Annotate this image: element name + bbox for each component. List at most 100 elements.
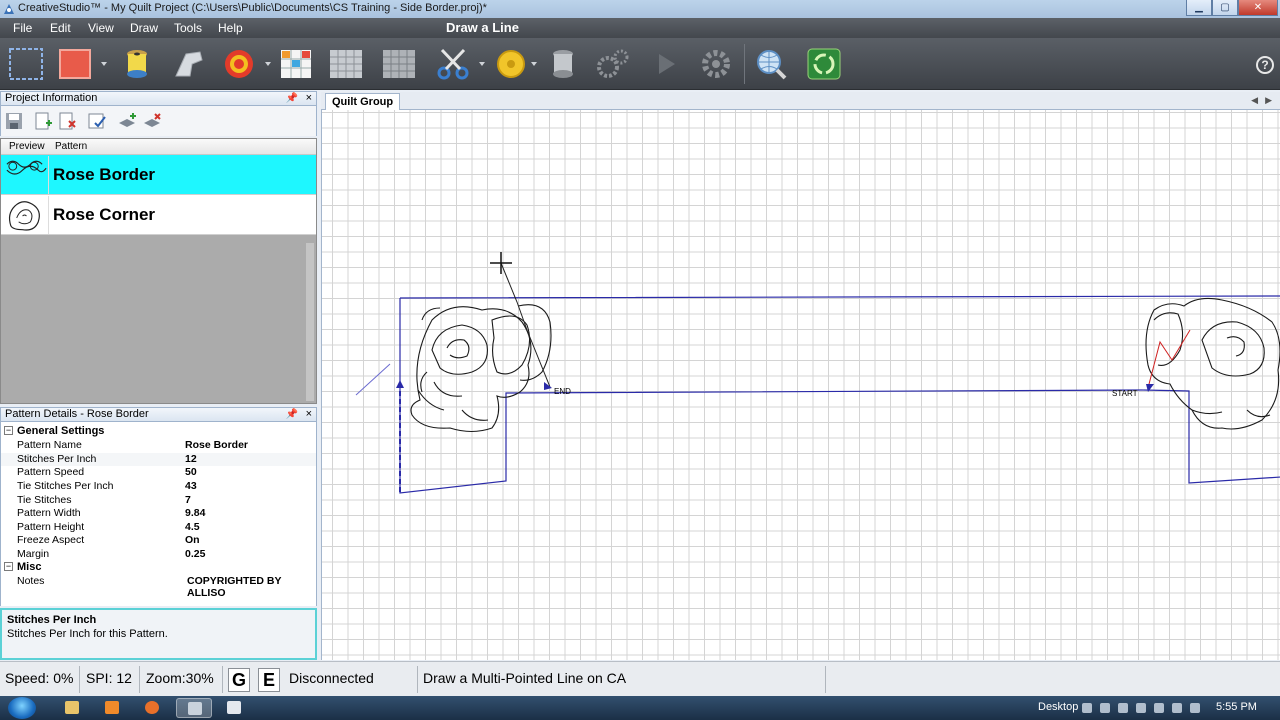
category-misc[interactable]: − Misc (1, 561, 316, 574)
help-icon[interactable]: ? (1256, 56, 1274, 74)
property-row[interactable]: Pattern Name Rose Border (1, 439, 316, 452)
project-toolbar (0, 106, 317, 136)
description-title: Stitches Per Inch (7, 614, 97, 626)
menu-view[interactable]: View (88, 21, 114, 35)
close-button[interactable]: ✕ (1238, 0, 1278, 16)
layer-remove-icon[interactable] (142, 111, 162, 131)
pin-icon[interactable]: 📌 (286, 408, 298, 421)
status-speed: Speed: 0% (5, 670, 74, 686)
column-pattern[interactable]: Pattern (55, 141, 87, 152)
play-arrow-icon[interactable] (645, 44, 687, 84)
minimize-button[interactable]: ▁ (1186, 0, 1212, 16)
media-player-icon (105, 701, 119, 714)
tab-prev-icon[interactable]: ◀ (1251, 95, 1258, 106)
status-spi: SPI: 12 (86, 670, 132, 686)
folder-icon (65, 701, 79, 714)
properties-icon[interactable] (87, 111, 107, 131)
recycle-icon[interactable] (803, 44, 845, 84)
delete-pattern-icon[interactable] (57, 111, 77, 131)
property-row[interactable]: Pattern Height 4.5 (1, 521, 316, 534)
pin-icon[interactable]: 📌 (286, 92, 298, 105)
spool-gray-icon[interactable] (542, 44, 584, 84)
add-pattern-icon[interactable] (33, 111, 53, 131)
taskbar-firefox[interactable] (134, 698, 170, 718)
chevron-down-icon[interactable] (479, 62, 485, 66)
menu-tools[interactable]: Tools (174, 21, 202, 35)
target-icon[interactable] (218, 44, 260, 84)
taskbar-media[interactable] (94, 698, 130, 718)
status-zoom: Zoom:30% (146, 670, 214, 686)
quilt-canvas[interactable]: END START (321, 110, 1280, 660)
tray-speaker-icon[interactable] (1190, 703, 1200, 713)
scissors-icon[interactable] (432, 44, 474, 84)
pattern-row-rose-border[interactable]: Rose Border (1, 155, 316, 195)
property-row[interactable]: Tie Stitches 7 (1, 494, 316, 507)
project-panel-header: Project Information 📌 × (0, 91, 317, 106)
title-bar: CreativeStudio™ - My Quilt Project (C:\U… (0, 0, 1280, 18)
selection-rect-icon[interactable] (5, 44, 47, 84)
maximize-button[interactable]: ▢ (1212, 0, 1238, 16)
app-icon (4, 4, 14, 14)
menu-draw[interactable]: Draw (130, 21, 158, 35)
thread-spool-icon[interactable] (116, 44, 158, 84)
property-row[interactable]: Tie Stitches Per Inch 43 (1, 480, 316, 493)
gears-icon[interactable] (592, 44, 634, 84)
grid-icon[interactable] (325, 44, 367, 84)
tray-power-icon[interactable] (1154, 703, 1164, 713)
chevron-down-icon[interactable] (531, 62, 537, 66)
pattern-list-scrollbar[interactable] (306, 243, 314, 401)
menu-edit[interactable]: Edit (50, 21, 71, 35)
collapse-toggle-icon[interactable]: − (4, 562, 13, 571)
project-panel-title: Project Information (5, 92, 98, 104)
windows-taskbar: Desktop 5:55 PM (0, 696, 1280, 720)
grid-plain-icon[interactable] (378, 44, 420, 84)
property-row[interactable]: Pattern Width 9.84 (1, 507, 316, 520)
left-rose-pattern (410, 304, 552, 433)
property-row[interactable]: Margin 0.25 (1, 548, 316, 561)
property-row-selected[interactable]: Stitches Per Inch 12 (1, 453, 316, 466)
close-icon[interactable]: × (306, 408, 312, 421)
layer-add-icon[interactable] (117, 111, 137, 131)
tape-measure-icon[interactable] (490, 44, 532, 84)
main-toolbar: ? (0, 38, 1280, 90)
property-row[interactable]: Notes COPYRIGHTED BY ALLISO (1, 575, 316, 599)
taskbar-clock[interactable]: 5:55 PM (1216, 701, 1257, 713)
tray-expand-icon[interactable] (1082, 703, 1092, 713)
chevron-down-icon[interactable] (265, 62, 271, 66)
right-rose-pattern (1145, 297, 1280, 430)
desktop-toolbar-label[interactable]: Desktop (1038, 701, 1078, 713)
sewing-foot-icon[interactable] (168, 44, 210, 84)
column-preview[interactable]: Preview (9, 141, 45, 152)
category-general-settings[interactable]: − General Settings (1, 425, 316, 438)
property-row[interactable]: Pattern Speed 50 (1, 466, 316, 479)
globe-search-icon[interactable] (750, 44, 792, 84)
taskbar-window[interactable] (216, 698, 252, 718)
browser-icon (145, 701, 159, 714)
close-icon[interactable]: × (306, 92, 312, 105)
collapse-toggle-icon[interactable]: − (4, 426, 13, 435)
property-row[interactable]: Freeze Aspect On (1, 534, 316, 547)
toolbar-separator (744, 44, 745, 84)
document-tab-strip: Quilt Group ◀ ▶ (321, 92, 1280, 110)
save-icon[interactable] (4, 111, 24, 131)
gear-icon[interactable] (695, 44, 737, 84)
tab-next-icon[interactable]: ▶ (1265, 95, 1272, 106)
red-square-icon[interactable] (54, 44, 96, 84)
menu-file[interactable]: File (13, 21, 32, 35)
start-label: START (1112, 389, 1138, 398)
pattern-name: Rose Corner (53, 205, 156, 224)
e-key-button[interactable]: E (258, 668, 280, 692)
tray-flag-icon[interactable] (1118, 703, 1128, 713)
pattern-row-rose-corner[interactable]: Rose Corner (1, 195, 316, 235)
tray-volume-icon[interactable] (1172, 703, 1182, 713)
start-button[interactable] (8, 697, 36, 719)
tray-network-icon[interactable] (1100, 703, 1110, 713)
menu-help[interactable]: Help (218, 21, 243, 35)
taskbar-creativestudio[interactable] (176, 698, 212, 718)
taskbar-explorer[interactable] (54, 698, 90, 718)
tab-quilt-group[interactable]: Quilt Group (325, 93, 401, 110)
color-grid-icon[interactable] (275, 44, 317, 84)
chevron-down-icon[interactable] (101, 62, 107, 66)
g-key-button[interactable]: G (228, 668, 250, 692)
tray-display-icon[interactable] (1136, 703, 1146, 713)
